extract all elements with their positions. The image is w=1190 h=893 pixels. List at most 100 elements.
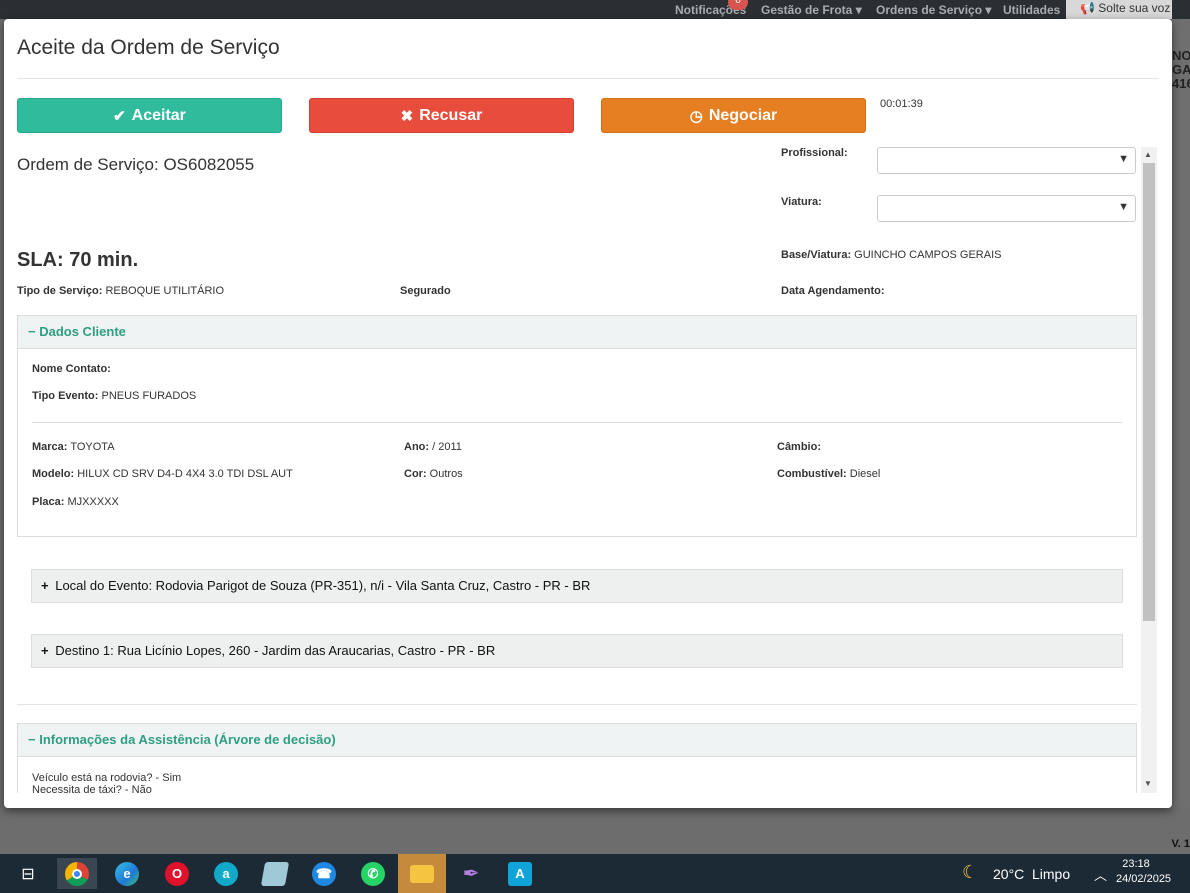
plus-icon: +: [41, 643, 49, 658]
client-data-panel: − Dados Cliente Nome Contato: Tipo Event…: [17, 315, 1137, 537]
divider: [17, 78, 1159, 79]
taskbar-feather-app[interactable]: ✒: [451, 858, 491, 889]
assistance-info-panel-header[interactable]: − Informações da Assistência (Árvore de …: [18, 724, 1136, 757]
feather-icon: ✒: [462, 863, 480, 885]
background-page-footer: V. 1: [0, 808, 1190, 854]
chevron-up-icon: ︿: [1094, 868, 1108, 883]
taskbar-app-a[interactable]: A: [500, 858, 540, 889]
taskbar-clock[interactable]: 23:18 24/02/2025: [1116, 857, 1172, 887]
edge-icon: e: [115, 861, 139, 886]
taskbar-phone[interactable]: ☎: [304, 858, 344, 889]
schedule-label: Data Agendamento:: [781, 285, 885, 297]
refuse-button[interactable]: ✖ Recusar: [309, 98, 574, 133]
order-number: Ordem de Serviço: OS6082055: [17, 155, 255, 174]
plate-label: Placa:: [32, 496, 65, 508]
voice-button-label: Solte sua voz: [1098, 1, 1171, 15]
scrollbar-thumb[interactable]: [1143, 163, 1155, 621]
close-icon: ✖: [400, 107, 414, 125]
nav-service-orders[interactable]: Ordens de Serviço ▾: [876, 3, 991, 17]
whatsapp-icon: ✆: [361, 861, 385, 886]
decision-tree-answer: Veículo está na rodovia? - Sim: [32, 772, 182, 784]
accept-button[interactable]: ✔ Aceitar: [17, 98, 282, 133]
base-vehicle-value: GUINCHO CAMPOS GERAIS: [854, 249, 1002, 261]
taskbar-app-blue[interactable]: a: [206, 858, 246, 889]
chevron-down-icon: ▼: [1118, 201, 1129, 213]
scroll-down-icon[interactable]: ▼: [1144, 779, 1152, 788]
task-view-icon: ⊟: [21, 865, 35, 883]
background-text-fragment: GA: [1172, 62, 1190, 77]
professional-select[interactable]: ▼: [877, 147, 1136, 174]
service-type-field: Tipo de Serviço: REBOQUE UTILITÁRIO: [17, 285, 224, 297]
destination-toggle[interactable]: + Destino 1: Rua Licínio Lopes, 260 - Ja…: [31, 634, 1123, 668]
brand-field: Marca: TOYOTA: [32, 441, 115, 453]
insured-field: Segurado: [400, 285, 451, 297]
event-type-value: PNEUS FURADOS: [101, 390, 197, 402]
nav-utilities[interactable]: Utilidades: [1003, 3, 1060, 17]
professional-label: Profissional:: [781, 147, 848, 159]
event-location-label: Local do Evento: Rodovia Parigot de Souz…: [55, 578, 591, 593]
plus-icon: +: [41, 578, 49, 593]
negotiate-button-label: Negociar: [708, 106, 778, 124]
vertical-scrollbar[interactable]: ▲ ▼: [1141, 147, 1157, 793]
version-label: V. 1: [1171, 838, 1190, 850]
windows-taskbar: ⊟ e O a ☎ ✆ ✒ A ☾ 20°C Limpo ︿ 23:18 24/…: [0, 854, 1190, 893]
weather-description: Limpo: [1032, 866, 1071, 882]
clock-date: 24/02/2025: [1116, 873, 1172, 885]
notes-icon: [260, 861, 290, 886]
background-text-fragment: NO: [1172, 48, 1190, 63]
folder-icon: [410, 864, 434, 883]
fuel-value: Diesel: [849, 468, 881, 480]
service-type-value: REBOQUE UTILITÁRIO: [105, 285, 225, 297]
taskbar-chrome[interactable]: [57, 858, 97, 889]
chevron-down-icon: ▼: [1118, 153, 1129, 165]
base-vehicle-field: Base/Viatura: GUINCHO CAMPOS GERAIS: [781, 249, 1001, 261]
assistance-info-panel-title: Informações da Assistência (Árvore de de…: [39, 732, 336, 747]
task-view-button[interactable]: ⊟: [8, 858, 48, 889]
nav-fleet-management[interactable]: Gestão de Frota ▾: [761, 3, 862, 17]
color-field: Cor: Outros: [404, 468, 463, 480]
accept-button-label: Aceitar: [131, 106, 186, 124]
phone-icon: ☎: [312, 861, 336, 886]
event-location-toggle[interactable]: + Local do Evento: Rodovia Parigot de So…: [31, 569, 1123, 603]
brand-label: Marca:: [32, 441, 68, 453]
check-icon: ✔: [113, 107, 126, 125]
negotiate-button[interactable]: ◷ Negociar: [601, 98, 866, 133]
model-field: Modelo: HILUX CD SRV D4-D 4X4 3.0 TDI DS…: [32, 468, 293, 480]
color-label: Cor:: [404, 468, 427, 480]
insured-label: Segurado: [400, 285, 451, 297]
taskbar-app-notes[interactable]: [255, 858, 295, 889]
background-page-edge: NO GA 416: [1172, 19, 1190, 854]
clock-time: 23:18: [1122, 858, 1150, 870]
model-value: HILUX CD SRV D4-D 4X4 3.0 TDI DSL AUT: [77, 468, 293, 480]
modal-title: Aceite da Ordem de Serviço: [17, 36, 280, 59]
taskbar-file-explorer[interactable]: [398, 854, 446, 893]
fuel-label: Combustível:: [777, 468, 847, 480]
refuse-button-label: Recusar: [419, 106, 483, 124]
year-field: Ano: / 2011: [404, 441, 462, 453]
client-data-panel-header[interactable]: − Dados Cliente: [18, 316, 1136, 349]
taskbar-opera[interactable]: O: [157, 858, 197, 889]
divider: [32, 422, 1122, 423]
service-order-accept-modal: Aceite da Ordem de Serviço ✔ Aceitar ✖ R…: [4, 19, 1172, 808]
year-value: / 2011: [432, 441, 462, 453]
background-text-fragment: 416: [1172, 76, 1190, 91]
scroll-up-icon[interactable]: ▲: [1144, 150, 1152, 159]
model-label: Modelo:: [32, 468, 75, 480]
taskbar-edge[interactable]: e: [107, 858, 147, 889]
destination-label: Destino 1: Rua Licínio Lopes, 260 - Jard…: [55, 643, 496, 658]
event-type-label: Tipo Evento:: [32, 390, 99, 402]
app-letter-a-icon: A: [508, 861, 532, 886]
voice-button[interactable]: 📢 Solte sua voz: [1066, 0, 1172, 19]
vehicle-select[interactable]: ▼: [877, 195, 1136, 222]
decision-tree-answer: Necessita de táxi? - Não: [32, 784, 152, 793]
countdown-timer: 00:01:39: [880, 98, 923, 110]
tray-expand-button[interactable]: ︿: [1094, 865, 1107, 885]
clock-icon: ◷: [689, 107, 703, 125]
app-icon: a: [214, 861, 238, 886]
chrome-icon: [65, 861, 89, 886]
taskbar-whatsapp[interactable]: ✆: [353, 858, 393, 889]
modal-scroll-content[interactable]: Ordem de Serviço: OS6082055 Profissional…: [17, 147, 1159, 793]
moon-icon: ☾: [962, 862, 979, 882]
sla-label: SLA: 70 min.: [17, 249, 139, 271]
year-label: Ano:: [404, 441, 430, 453]
